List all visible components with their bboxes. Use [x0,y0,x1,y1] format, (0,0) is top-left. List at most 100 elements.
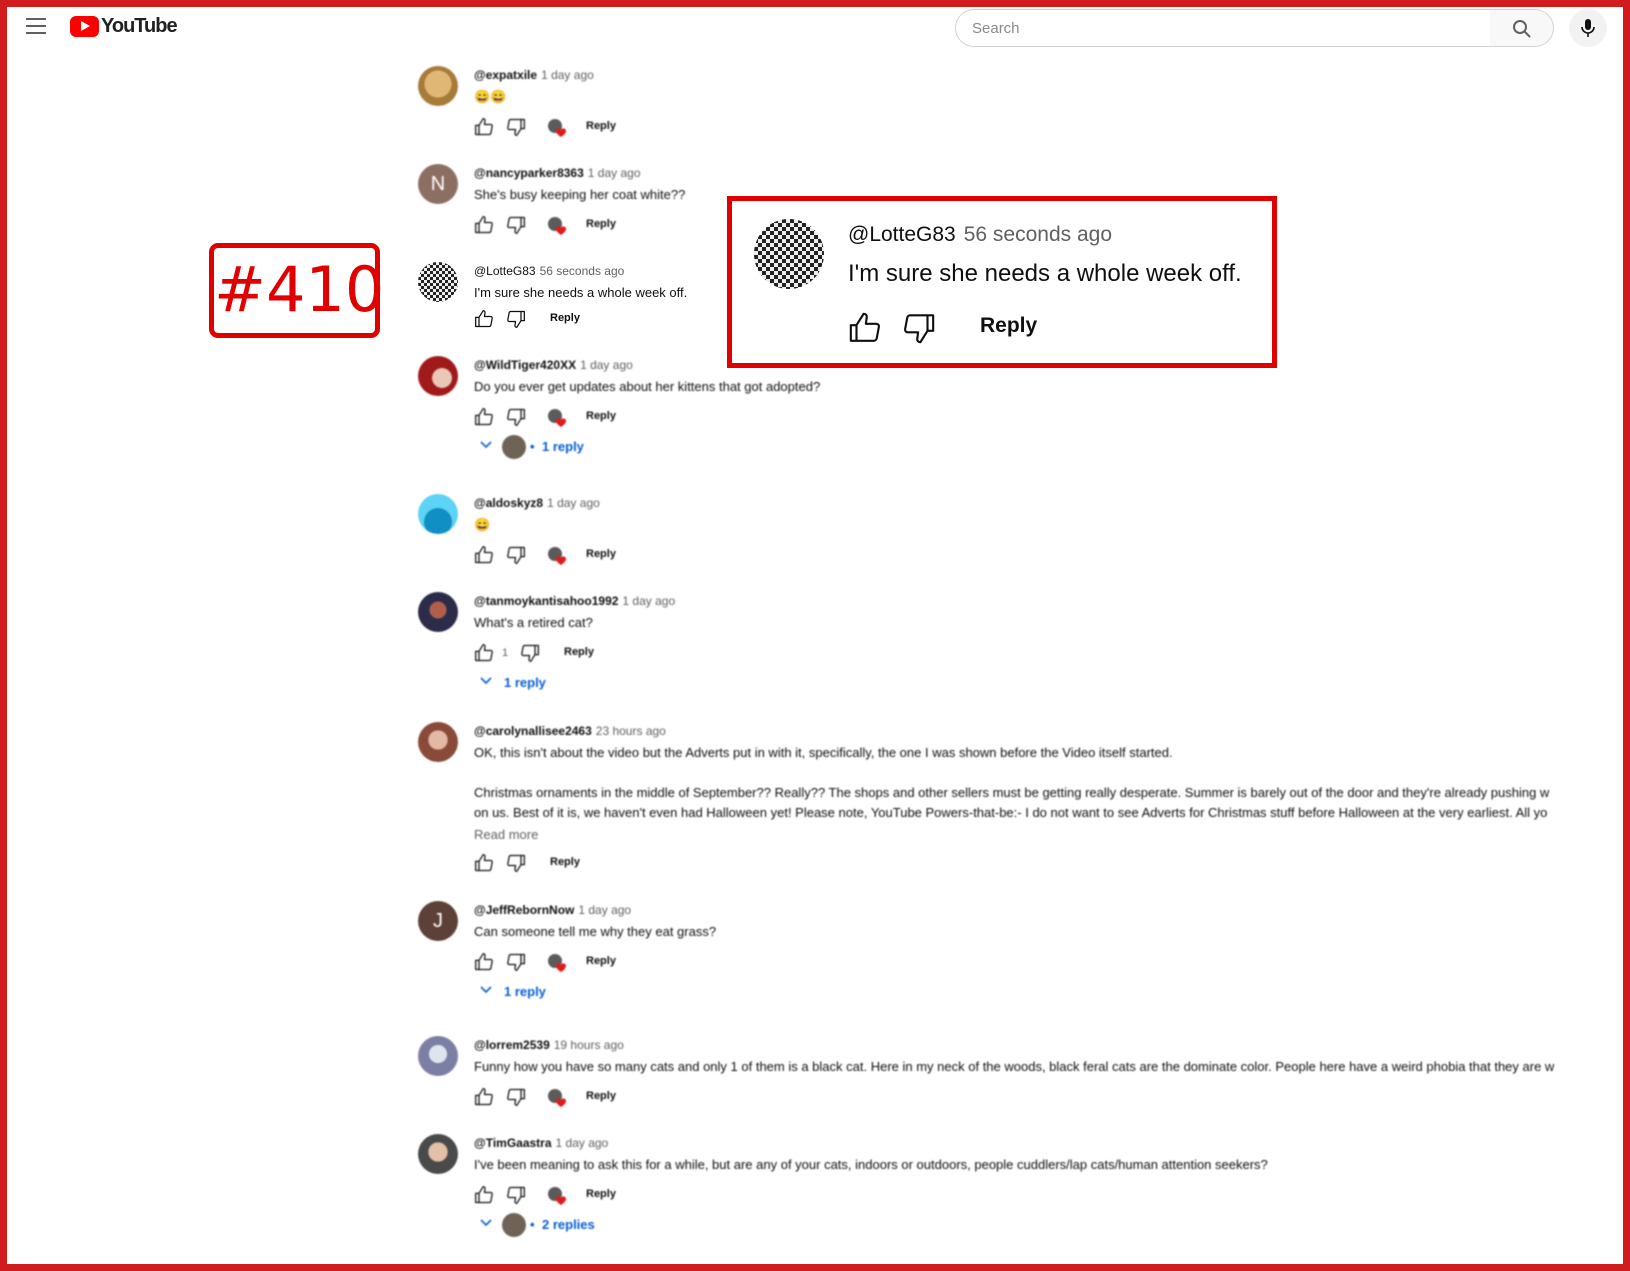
comment-actions: Reply [474,541,1618,573]
avatar[interactable] [418,1134,458,1174]
read-more-link[interactable]: Read more [474,825,1618,845]
reply-button[interactable]: Reply [564,646,594,658]
reply-button[interactable]: Reply [586,218,616,230]
dislike-icon[interactable] [506,952,526,972]
callout-author: @LotteG83 [848,223,956,246]
reply-button[interactable]: Reply [586,1090,616,1102]
comment-time[interactable]: 56 seconds ago [540,264,625,278]
replies-count: 1 reply [542,439,584,454]
avatar[interactable] [418,66,458,106]
comment-text: Do you ever get updates about her kitten… [474,379,821,394]
dislike-icon[interactable] [520,643,540,663]
comment-time[interactable]: 19 hours ago [554,1038,624,1052]
youtube-logo[interactable]: YouTube [70,15,178,38]
comment-actions: Reply [474,948,1618,980]
dislike-icon[interactable] [506,309,526,329]
dislike-icon[interactable] [506,1185,526,1205]
comment-author[interactable]: @lorrem2539 [474,1038,550,1052]
like-icon[interactable] [474,407,494,427]
reply-button[interactable]: Reply [586,120,616,132]
search-input[interactable]: Search [955,9,1491,47]
comment-actions: 1 Reply [474,639,1618,671]
like-icon[interactable] [474,1185,494,1205]
reply-button[interactable]: Reply [586,955,616,967]
dislike-icon[interactable] [506,1087,526,1107]
reply-button[interactable]: Reply [586,1188,616,1200]
comment-author[interactable]: @expatxile [474,68,537,82]
avatar[interactable] [418,262,458,302]
like-icon[interactable] [474,1087,494,1107]
youtube-play-icon [70,16,99,37]
comment-time[interactable]: 1 day ago [622,594,675,608]
comment-text: Can someone tell me why they eat grass? [474,924,717,939]
callout-reply-button[interactable]: Reply [980,314,1037,338]
comment-actions: Reply [474,113,1618,145]
comment-author[interactable]: @carolynallisee2463 [474,724,592,738]
avatar[interactable] [418,722,458,762]
creator-heart-icon [548,1089,566,1107]
comment-author[interactable]: @WildTiger420XX [474,358,576,372]
view-replies-button[interactable]: 1 reply [474,671,1618,699]
creator-heart-icon [548,1187,566,1205]
voice-search-button[interactable] [1569,9,1607,47]
view-replies-button[interactable]: • 1 reply [474,435,1618,463]
like-icon[interactable] [474,545,494,565]
comment-time[interactable]: 1 day ago [580,358,633,372]
like-icon[interactable] [474,952,494,972]
callout-text: I'm sure she needs a whole week off. [848,260,1242,287]
dislike-icon[interactable] [902,311,936,345]
chevron-down-icon [480,1219,492,1227]
comment-time[interactable]: 1 day ago [541,68,594,82]
avatar[interactable]: N [418,164,458,204]
comment-time[interactable]: 1 day ago [578,903,631,917]
chevron-down-icon [480,677,492,685]
reply-button[interactable]: Reply [550,312,580,324]
comment-text-continued: Christmas ornaments in the middle of Sep… [474,785,1550,800]
avatar[interactable] [418,1036,458,1076]
comment-author[interactable]: @TimGaastra [474,1136,552,1150]
view-replies-button[interactable]: 1 reply [474,980,1618,1008]
comment-author[interactable]: @nancyparker8363 [474,166,584,180]
avatar[interactable] [418,494,458,534]
menu-icon[interactable] [26,18,46,34]
annotation-label: #410 [209,243,384,338]
reply-button[interactable]: Reply [586,548,616,560]
dislike-icon[interactable] [506,407,526,427]
zoom-callout: @LotteG83 56 seconds ago I'm sure she nee… [727,196,1277,368]
dislike-icon[interactable] [506,215,526,235]
like-icon[interactable] [474,117,494,137]
avatar[interactable]: J [418,901,458,941]
dislike-icon[interactable] [506,545,526,565]
comment-time[interactable]: 1 day ago [547,496,600,510]
search-icon [1513,20,1531,38]
reply-button[interactable]: Reply [550,856,580,868]
avatar[interactable] [418,356,458,396]
search-button[interactable] [1490,9,1554,47]
creator-heart-icon [548,954,566,972]
reply-author-avatar [502,1213,526,1237]
like-icon[interactable] [848,311,882,345]
avatar[interactable] [418,592,458,632]
comment-actions: Reply [474,1083,1618,1115]
comment-author[interactable]: @tanmoykantisahoo1992 [474,594,618,608]
chevron-down-icon [480,441,492,449]
dislike-icon[interactable] [506,117,526,137]
comment-time[interactable]: 1 day ago [588,166,641,180]
callout-time: 56 seconds ago [963,223,1113,246]
reply-button[interactable]: Reply [586,410,616,422]
separator-dot: • [530,1217,535,1232]
like-icon[interactable] [474,853,494,873]
comment-author[interactable]: @LotteG83 [474,264,536,278]
like-icon[interactable] [474,643,494,663]
dislike-icon[interactable] [506,853,526,873]
reply-author-avatar [502,435,526,459]
comment-author[interactable]: @JeffRebornNow [474,903,574,917]
creator-heart-icon [548,547,566,565]
comment-author[interactable]: @aldoskyz8 [474,496,543,510]
comment-time[interactable]: 1 day ago [556,1136,609,1150]
comment-time[interactable]: 23 hours ago [596,724,666,738]
view-replies-button[interactable]: • 2 replies [474,1213,1618,1241]
like-count: 1 [502,647,509,659]
like-icon[interactable] [474,215,494,235]
like-icon[interactable] [474,309,494,329]
